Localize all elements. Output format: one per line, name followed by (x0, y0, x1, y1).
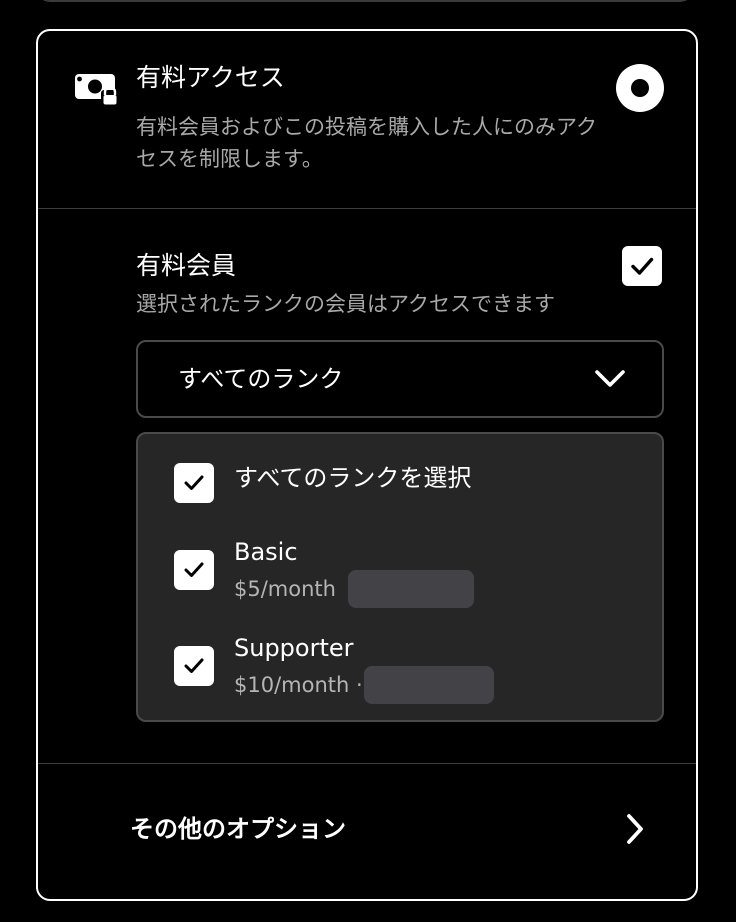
paid-access-card: 有料アクセス 有料会員およびこの投稿を購入した人にのみアクセスを制限します。 有… (36, 29, 698, 901)
rank-basic-name: Basic (234, 538, 298, 566)
more-options-row[interactable]: その他のオプション (38, 763, 696, 899)
paid-members-description: 選択されたランクの会員はアクセスできます (136, 292, 555, 316)
select-all-checkbox[interactable] (174, 463, 214, 503)
checkmark-icon (631, 257, 654, 275)
more-options-label: その他のオプション (130, 815, 346, 843)
checkmark-icon (184, 475, 204, 490)
rank-supporter-checkbox[interactable] (174, 646, 214, 686)
checkmark-icon (184, 658, 204, 673)
rank-supporter-name: Supporter (234, 634, 354, 662)
rank-basic-checkbox[interactable] (174, 550, 214, 590)
rank-basic-price: $5/month (234, 577, 336, 601)
rank-dropdown[interactable]: すべてのランク (136, 340, 664, 418)
chevron-down-icon (595, 370, 625, 387)
select-all-label: すべてのランクを選択 (234, 464, 472, 492)
chevron-right-icon (627, 814, 643, 844)
rank-options-list: すべてのランクを選択 Basic $5/month Supporter $10/… (136, 432, 664, 722)
money-lock-icon (75, 74, 119, 106)
checkmark-icon (184, 562, 204, 577)
paid-access-description: 有料会員およびこの投稿を購入した人にのみアクセスを制限します。 (136, 115, 597, 171)
paid-access-option[interactable]: 有料アクセス 有料会員およびこの投稿を購入した人にのみアクセスを制限します。 (38, 31, 696, 209)
paid-access-radio[interactable] (616, 64, 664, 112)
redacted-block (364, 666, 494, 704)
previous-card-edge (36, 0, 694, 2)
rank-option-basic[interactable]: Basic $5/month (138, 534, 662, 614)
rank-dropdown-value: すべてのランク (178, 365, 344, 393)
rank-option-supporter[interactable]: Supporter $10/month · (138, 630, 662, 710)
select-all-ranks-option[interactable]: すべてのランクを選択 (138, 458, 662, 510)
paid-members-title: 有料会員 (136, 251, 237, 280)
rank-supporter-price: $10/month · (234, 673, 363, 697)
paid-members-checkbox[interactable] (622, 246, 662, 286)
paid-access-title: 有料アクセス (136, 63, 285, 92)
redacted-block (348, 570, 474, 608)
